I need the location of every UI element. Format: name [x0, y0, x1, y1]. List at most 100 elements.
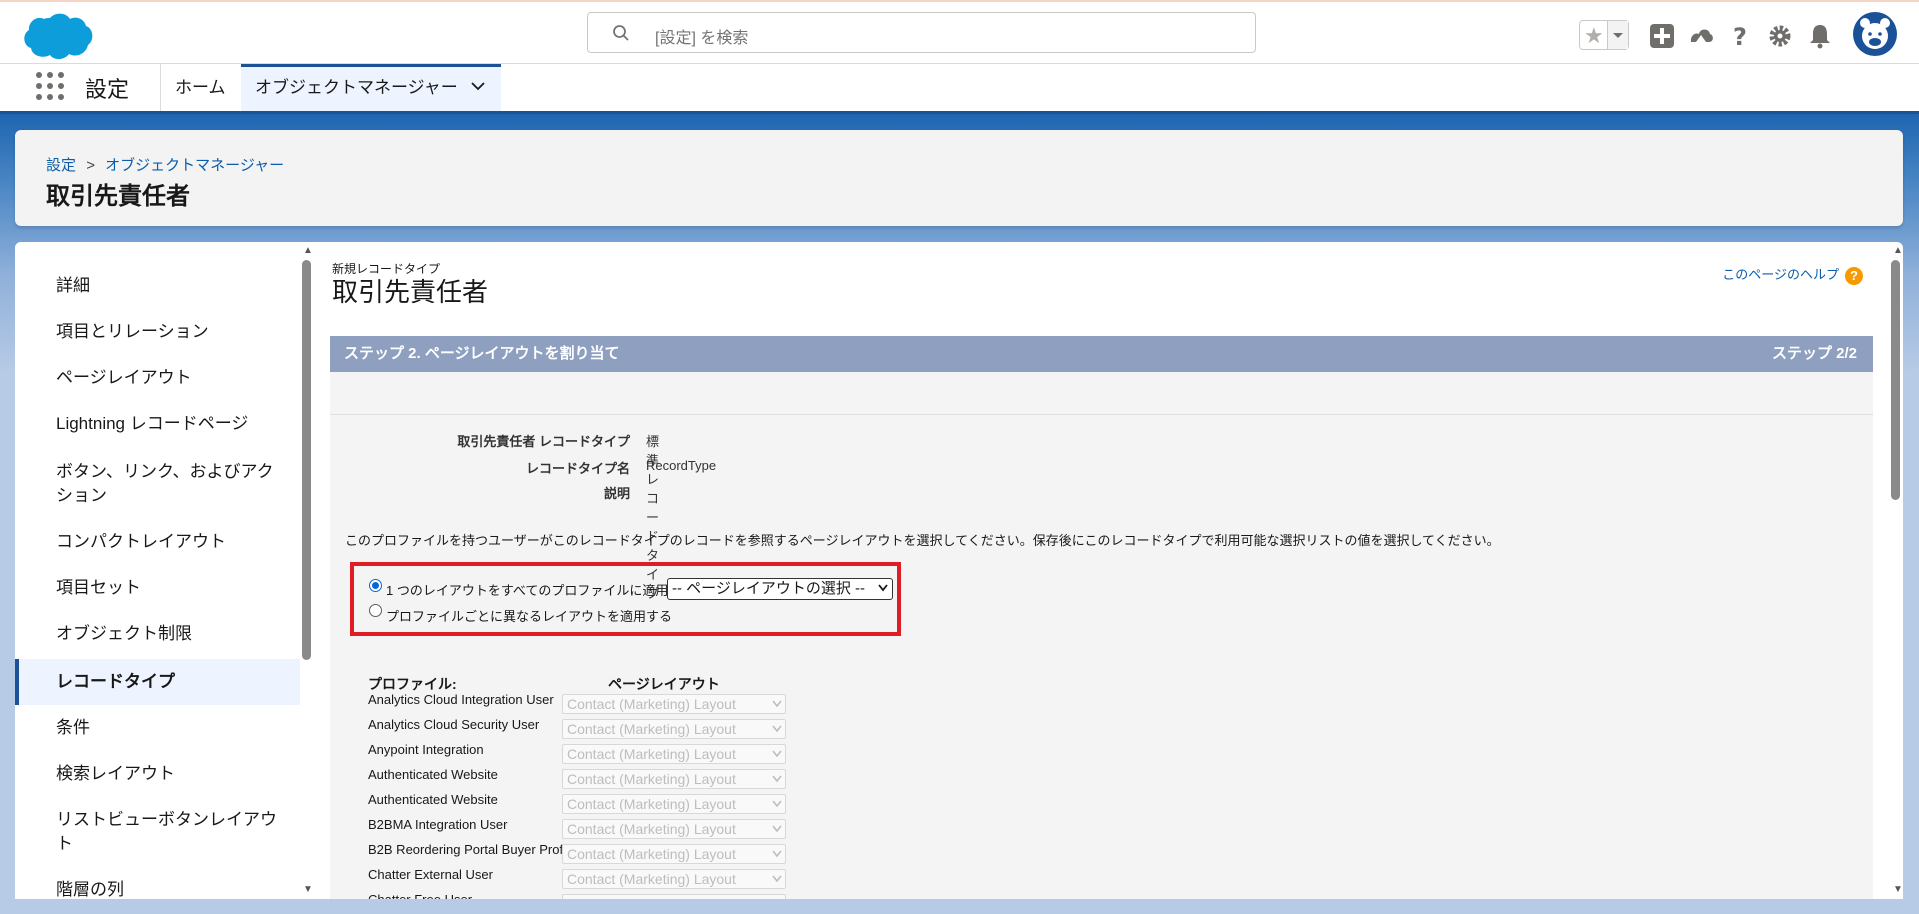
- app-name: 設定: [85, 77, 130, 102]
- profile-layout-select: Contact (Marketing) Layout: [562, 894, 786, 899]
- chevron-down-icon: [772, 850, 782, 858]
- chevron-down-icon: [1613, 33, 1623, 38]
- profile-layout-select: Contact (Marketing) Layout: [562, 719, 786, 739]
- content-scroll-up-icon[interactable]: ▲: [1893, 245, 1903, 256]
- table-row: Chatter External User Contact (Marketing)…: [358, 867, 998, 892]
- content-scroll-down-icon[interactable]: ▼: [1893, 884, 1903, 895]
- table-row: Authenticated Website Contact (Marketing)…: [358, 792, 998, 817]
- page-header: 設定 > オブジェクトマネージャー 取引先責任者: [15, 130, 1903, 226]
- sidebar-item-buttons-links[interactable]: ボタン、リンク、およびアク ション: [15, 460, 300, 508]
- sidebar-item-hierarchy-columns[interactable]: 階層の列: [15, 878, 300, 899]
- profile-layout-select: Contact (Marketing) Layout: [562, 694, 786, 714]
- tab-object-manager-label: オブジェクトマネージャー: [255, 78, 458, 97]
- breadcrumb: 設定 > オブジェクトマネージャー: [46, 154, 284, 175]
- chevron-down-icon: [772, 700, 782, 708]
- help-icon[interactable]: ?: [1726, 22, 1754, 50]
- profile-layout-value: Contact (Marketing) Layout: [567, 796, 736, 812]
- sidebar-scrollbar[interactable]: [302, 260, 311, 660]
- sidebar-item-conditions[interactable]: 条件: [15, 716, 300, 740]
- profile-name: Authenticated Website: [368, 767, 498, 782]
- table-row: Analytics Cloud Integration User Contact …: [358, 692, 998, 717]
- profile-layout-select: Contact (Marketing) Layout: [562, 869, 786, 889]
- notification-bell-icon[interactable]: [1806, 22, 1834, 50]
- table-row: B2B Reordering Portal Buyer Profile Conta…: [358, 842, 998, 867]
- profile-layout-select: Contact (Marketing) Layout: [562, 769, 786, 789]
- sidebar-item-search-layouts[interactable]: 検索レイアウト: [15, 762, 300, 786]
- profile-name: Analytics Cloud Integration User: [368, 692, 554, 707]
- content-title: 取引先責任者: [332, 277, 489, 307]
- sidebar-item-lightning-pages[interactable]: Lightning レコードページ: [15, 412, 300, 436]
- main-panel: 詳細 項目とリレーション ページレイアウト Lightning レコードページ …: [15, 242, 1903, 899]
- favorites-dropdown-button[interactable]: [1607, 21, 1628, 49]
- star-icon: ★: [1584, 23, 1604, 48]
- help-link-label[interactable]: このページのヘルプ: [1722, 267, 1839, 282]
- breadcrumb-setup-link[interactable]: 設定: [46, 157, 76, 174]
- app-navigation-bar: 設定 ホーム オブジェクトマネージャー: [0, 64, 1919, 114]
- profile-name: B2B Reordering Portal Buyer Profile: [368, 842, 577, 857]
- profile-layout-value: Contact (Marketing) Layout: [567, 871, 736, 887]
- svg-text:?: ?: [1733, 23, 1747, 50]
- sidebar-item-compact-layouts[interactable]: コンパクトレイアウト: [15, 530, 300, 554]
- sidebar-item-page-layouts[interactable]: ページレイアウト: [15, 366, 300, 390]
- add-icon[interactable]: [1648, 22, 1676, 50]
- step-title: ステップ 2. ページレイアウトを割り当て: [344, 345, 620, 362]
- help-link[interactable]: このページのヘルプ?: [1722, 264, 1863, 285]
- profile-layout-value: Contact (Marketing) Layout: [567, 821, 736, 837]
- user-avatar[interactable]: [1853, 12, 1897, 56]
- global-search-input[interactable]: [設定] を検索: [587, 12, 1256, 53]
- column-header-profile: プロファイル:: [368, 676, 457, 692]
- chevron-down-icon: [878, 584, 888, 592]
- layout-select[interactable]: -- ページレイアウトの選択 --: [667, 578, 893, 600]
- search-icon: [613, 25, 629, 41]
- breadcrumb-object-manager-link[interactable]: オブジェクトマネージャー: [105, 157, 284, 174]
- chevron-down-icon: [772, 725, 782, 733]
- profile-layout-select: Contact (Marketing) Layout: [562, 794, 786, 814]
- trailhead-icon[interactable]: [1687, 22, 1715, 50]
- radio-per-profile-layout[interactable]: [369, 604, 382, 617]
- favorites-button[interactable]: ★: [1579, 20, 1629, 50]
- profile-name: B2BMA Integration User: [368, 817, 508, 832]
- sidebar-item-list-view-buttons[interactable]: リストビューボタンレイアウ ト: [15, 808, 300, 856]
- profile-name: Chatter Free User: [368, 892, 472, 899]
- field-label: 取引先責任者 レコードタイプ: [457, 434, 630, 449]
- field-value: RecordType: [646, 458, 717, 473]
- profile-layout-value: Contact (Marketing) Layout: [567, 896, 736, 899]
- chevron-down-icon[interactable]: [471, 81, 485, 91]
- user-avatar-icon: [1860, 18, 1890, 49]
- profile-layout-select: Contact (Marketing) Layout: [562, 744, 786, 764]
- breadcrumb-separator: >: [86, 157, 95, 174]
- table-row: Analytics Cloud Security User Contact (Ma…: [358, 717, 998, 742]
- sidebar-scroll-down-icon[interactable]: ▼: [303, 884, 313, 895]
- sidebar-item-fields[interactable]: 項目とリレーション: [15, 320, 300, 344]
- gear-icon[interactable]: [1766, 22, 1794, 50]
- search-placeholder: [設定] を検索: [655, 30, 749, 47]
- profile-name: Chatter External User: [368, 867, 493, 882]
- table-row: Anypoint Integration Contact (Marketing) …: [358, 742, 998, 767]
- chevron-down-icon: [772, 800, 782, 808]
- chevron-down-icon: [772, 775, 782, 783]
- salesforce-logo[interactable]: [20, 10, 94, 62]
- help-question-icon[interactable]: ?: [1845, 266, 1863, 285]
- tab-home[interactable]: ホーム: [175, 64, 226, 111]
- sidebar-item-object-limits[interactable]: オブジェクト制限: [15, 622, 300, 646]
- app-launcher-icon[interactable]: [36, 72, 64, 100]
- profile-layout-value: Contact (Marketing) Layout: [567, 846, 736, 862]
- sidebar-item-field-sets[interactable]: 項目セット: [15, 576, 300, 600]
- radio-per-profile-layout-label[interactable]: プロファイルごとに異なるレイアウトを適用する: [386, 606, 672, 625]
- profile-layout-value: Contact (Marketing) Layout: [567, 771, 736, 787]
- sidebar-scroll-up-icon[interactable]: ▲: [303, 245, 313, 256]
- radio-single-layout-label[interactable]: 1 つのレイアウトをすべてのプロファイルに適用する: [386, 580, 694, 599]
- chevron-down-icon: [772, 875, 782, 883]
- radio-single-layout[interactable]: [369, 579, 382, 592]
- profile-name: Authenticated Website: [368, 792, 498, 807]
- content-scrollbar[interactable]: [1891, 260, 1900, 500]
- object-sidebar: 詳細 項目とリレーション ページレイアウト Lightning レコードページ …: [15, 242, 300, 899]
- step-header: ステップ 2. ページレイアウトを割り当て ステップ 2/2: [330, 336, 1873, 372]
- profile-layout-value: Contact (Marketing) Layout: [567, 746, 736, 762]
- sidebar-item-details[interactable]: 詳細: [15, 274, 300, 298]
- panel-divider: [330, 414, 1873, 415]
- tab-object-manager[interactable]: オブジェクトマネージャー: [241, 64, 501, 111]
- profile-name: Analytics Cloud Security User: [368, 717, 540, 732]
- table-row: Chatter Free User Contact (Marketing) Lay…: [358, 892, 998, 899]
- sidebar-item-record-types[interactable]: レコードタイプ: [15, 659, 300, 705]
